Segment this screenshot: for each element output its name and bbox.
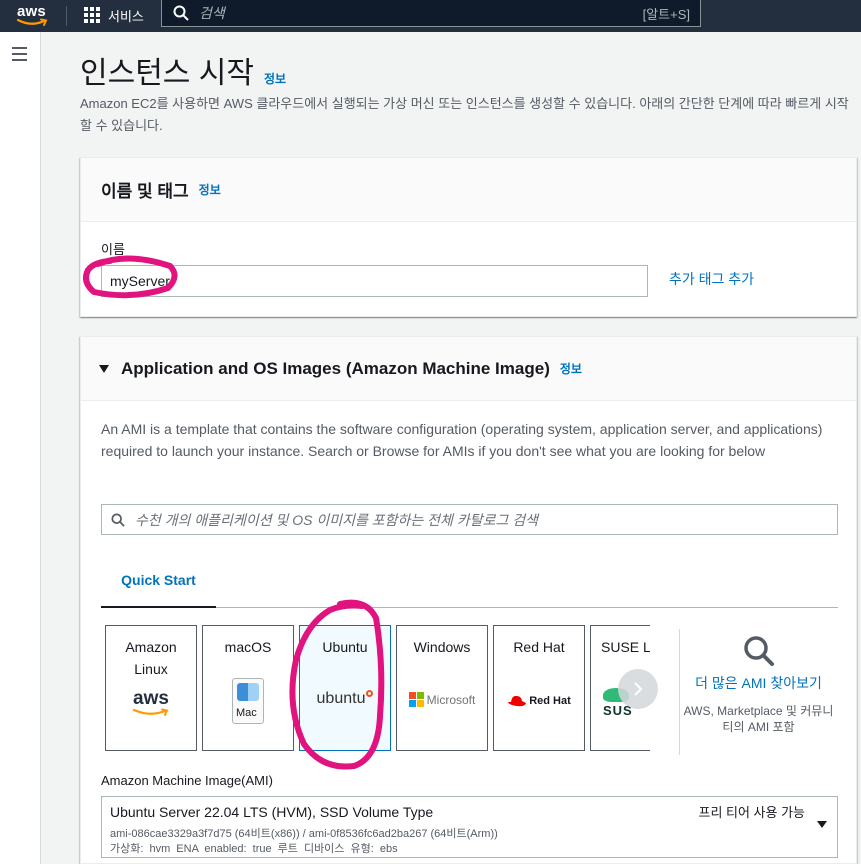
page-info-link[interactable]: 정보 <box>264 70 286 87</box>
microsoft-logo-icon: Microsoft <box>397 692 487 707</box>
ubuntu-logo-icon: ubuntu <box>300 690 390 708</box>
os-tile-macos[interactable]: macOS Mac <box>202 625 294 751</box>
os-tile-label: macOS <box>224 639 272 655</box>
ami-selected-title: Ubuntu Server 22.04 LTS (HVM), SSD Volum… <box>110 804 434 820</box>
browse-more-subtext: AWS, Marketplace 및 커뮤니티의 AMI 포함 <box>683 704 834 734</box>
search-icon <box>111 512 125 527</box>
os-tile-label: Amazon Linux <box>125 639 177 677</box>
collapse-caret-icon[interactable] <box>99 364 109 373</box>
search-icon <box>173 5 189 21</box>
add-tags-link[interactable]: 추가 태그 추가 <box>669 269 754 289</box>
os-tile-ubuntu[interactable]: Ubuntu ubuntu <box>299 625 391 751</box>
top-nav-bar: aws 서비스 검색 [알트+S] <box>0 0 861 32</box>
name-field-label: 이름 <box>101 242 125 257</box>
ami-description: An AMI is a template that contains the s… <box>101 421 823 459</box>
os-tile-amazon-linux[interactable]: Amazon Linux aws <box>105 625 197 751</box>
free-tier-badge: 프리 티어 사용 가능 <box>698 805 805 820</box>
services-menu-button[interactable]: 서비스 <box>84 4 144 26</box>
os-tile-windows[interactable]: Windows Microsoft <box>396 625 488 751</box>
red-hat-logo-icon: Red Hat <box>494 694 584 708</box>
aws-smile-icon <box>16 18 48 26</box>
ami-info-link[interactable]: 정보 <box>560 360 582 377</box>
search-shortcut-hint: [알트+S] <box>642 6 690 22</box>
browse-more-amis[interactable]: 더 많은 AMI 찾아보기 AWS, Marketplace 및 커뮤니티의 A… <box>679 629 837 755</box>
os-tile-label: Windows <box>413 639 471 655</box>
menu-icon[interactable] <box>12 47 27 65</box>
browse-more-link[interactable]: 더 많은 AMI 찾아보기 <box>680 673 837 693</box>
grid-icon <box>84 7 100 23</box>
services-label: 서비스 <box>108 8 144 24</box>
finder-icon: Mac <box>232 678 264 724</box>
ami-selected-meta: 가상화: hvm ENA enabled: true 루트 디바이스 유형: e… <box>110 843 398 855</box>
page-title-text: 인스턴스 시작 <box>80 57 254 90</box>
ami-catalog-search-input[interactable]: 수천 개의 애플리케이션 및 OS 이미지를 포함하는 전체 카탈로그 검색 <box>101 504 838 535</box>
os-tile-label: SUSE Li <box>601 639 650 655</box>
ami-selected-ids: ami-086cae3329a3f7d75 (64비트(x86)) / ami-… <box>110 828 498 840</box>
ami-panel: Application and OS Images (Amazon Machin… <box>80 336 857 864</box>
ami-heading: Application and OS Images (Amazon Machin… <box>121 358 550 378</box>
aws-logo-icon: aws <box>106 688 196 718</box>
tab-quick-start[interactable]: Quick Start <box>101 568 216 608</box>
aws-logo[interactable]: aws <box>16 1 50 29</box>
ami-select-label: Amazon Machine Image(AMI) <box>101 773 273 788</box>
name-and-tags-heading: 이름 및 태그 <box>101 182 189 201</box>
os-quick-start-tiles: Amazon Linux aws macOS Mac Ubuntu ubuntu <box>105 625 650 751</box>
os-tile-label: Red Hat <box>513 639 565 655</box>
nav-divider <box>66 6 67 26</box>
name-and-tags-panel: 이름 및 태그 정보 이름 myServer 추가 태그 추가 <box>80 157 857 317</box>
name-and-tags-header: 이름 및 태그 정보 <box>81 158 856 222</box>
chevron-right-icon <box>634 682 643 696</box>
ami-tabs: Quick Start <box>101 568 838 608</box>
carousel-next-button[interactable] <box>618 669 658 709</box>
global-search-input[interactable]: 검색 [알트+S] <box>161 0 701 27</box>
os-tile-label: Ubuntu <box>322 639 368 655</box>
global-search-placeholder: 검색 <box>199 5 225 21</box>
name-field[interactable]: myServer <box>101 265 648 297</box>
page-description: Amazon EC2를 사용하면 AWS 클라우드에서 실행되는 가상 머신 또… <box>80 96 849 133</box>
page-title: 인스턴스 시작 정보 <box>80 48 286 92</box>
side-rail <box>0 32 41 864</box>
caret-down-icon <box>817 821 827 828</box>
ami-select-dropdown[interactable]: Ubuntu Server 22.04 LTS (HVM), SSD Volum… <box>101 796 838 858</box>
os-tile-red-hat[interactable]: Red Hat Red Hat <box>493 625 585 751</box>
search-icon <box>743 636 774 666</box>
ami-panel-header[interactable]: Application and OS Images (Amazon Machin… <box>81 337 856 401</box>
ami-search-placeholder: 수천 개의 애플리케이션 및 OS 이미지를 포함하는 전체 카탈로그 검색 <box>135 511 538 528</box>
name-tags-info-link[interactable]: 정보 <box>199 181 221 198</box>
